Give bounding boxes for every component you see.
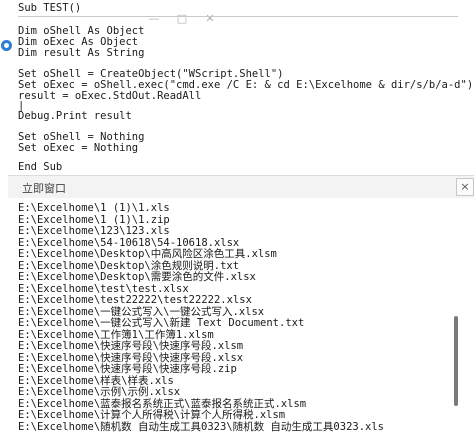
output-line: E:\Excelhome\test\test.xlsx [18,282,189,295]
output-line: E:\Excelhome\工作簿1\工作簿1.xlsm [18,328,214,341]
code-line[interactable]: Sub TEST() [18,2,81,14]
code-gutter[interactable] [0,0,14,175]
code-area[interactable]: Sub TEST() Dim oShell As Object Dim oExe… [18,0,473,175]
code-line[interactable]: Set oExec = Nothing [18,142,138,154]
output-line: E:\Excelhome\蓝泰报名系统正式\蓝泰报名系统正式.xlsm [18,397,307,410]
output-line: E:\Excelhome\Desktop\涂色规则说明.txt [18,259,240,272]
code-line[interactable]: Debug.Print result [18,110,132,122]
output-line: E:\Excelhome\54-10618\54-10618.xlsx [18,236,240,249]
code-line[interactable]: Dim result As String [18,47,144,59]
output-line: E:\Excelhome\一键公式写入\一键公式写入.xlsx [18,305,265,318]
immediate-window-titlebar[interactable]: 立即窗口 × [8,176,474,198]
procedure-separator [18,16,458,17]
code-line[interactable]: result = oExec.StdOut.ReadAll [18,90,201,102]
output-line: E:\Excelhome\test22222\test22222.xlsx [18,294,252,306]
immediate-window[interactable]: 立即窗口 × E:\Excelhome\1 (1)\1.xls E:\Excel… [8,175,474,446]
vertical-scrollbar[interactable] [452,198,460,446]
scrollbar-thumb[interactable] [454,316,458,406]
output-line: E:\Excelhome\1 (1)\1.zip [18,213,170,226]
output-line: E:\Excelhome\快速序号段\快速序号段.xlsm [18,340,244,352]
breakpoint-icon[interactable] [1,40,12,51]
output-line: E:\Excelhome\快速序号段\快速序号段.xlsx [18,351,244,364]
output-line: E:\Excelhome\一键公式写入\新建 Text Document.txt [18,317,305,329]
output-line: E:\Excelhome\Desktop\需要涂色的文件.xlsx [18,271,256,283]
output-line: E:\Excelhome\快速序号段\快速序号段.zip [18,363,237,375]
code-line[interactable]: End Sub [18,161,62,173]
output-line: E:\Excelhome\计算个人所得税\计算个人所得税.xlsm [18,409,286,421]
output-line: E:\Excelhome\随机数 自动生成工具0323\随机数 自动生成工具03… [18,420,385,433]
output-line: E:\Excelhome\示例\示例.xlsx [18,386,181,398]
output-line: E:\Excelhome\样表\样表.xls [18,374,174,387]
output-line: E:\Excelhome\1 (1)\1.xls [18,202,170,214]
output-line: E:\Excelhome\Desktop\中高风险区涂色工具.xlsm [18,248,277,260]
immediate-output[interactable]: E:\Excelhome\1 (1)\1.xls E:\Excelhome\1 … [18,198,448,446]
code-editor-window[interactable]: — □ ✕ Sub TEST() Dim oShell As Object Dim … [0,0,474,175]
close-button[interactable]: × [456,178,474,196]
immediate-window-title: 立即窗口 [22,182,66,195]
output-line: E:\Excelhome\123\123.xls [18,225,170,237]
